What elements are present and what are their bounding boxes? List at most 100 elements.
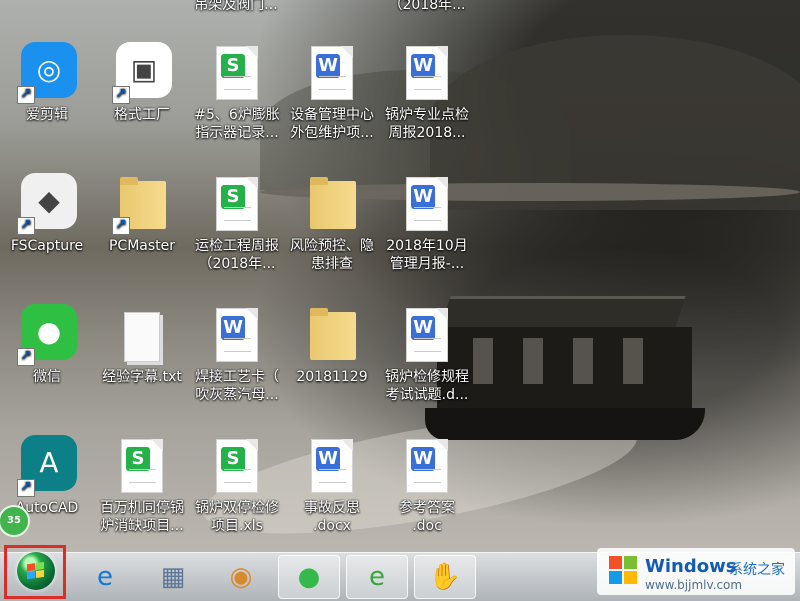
desktop-icon-label: FSCapture <box>10 238 84 254</box>
desktop-icon-15[interactable]: W 锅炉检修规程 考试试题.d... <box>379 304 475 424</box>
desktop-icon-8[interactable]: S 运检工程周报 （2018年... <box>189 173 285 293</box>
desktop-icon-7[interactable]: ↗ PCMaster <box>94 173 190 293</box>
folder-shape <box>310 177 356 229</box>
document-lines <box>224 338 251 352</box>
word-file-icon: W <box>207 304 267 366</box>
windows-flag-icon <box>27 561 45 581</box>
desktop-icon-label: 2018年10月 <box>386 238 468 254</box>
desktop-icon-9[interactable]: 风险预控、隐 患排查 <box>284 173 380 293</box>
desktop-icon-label: .doc <box>412 518 442 534</box>
desktop-icon-label: 百万机同停锅 <box>100 500 184 516</box>
desktop-icon-label: 考试试题.d... <box>385 387 469 403</box>
desktop-icon-17[interactable]: S 百万机同停锅 炉消缺项目... <box>94 435 190 555</box>
desktop-icon-label: 参考答案 <box>399 500 455 516</box>
partial-label-text: 吊架及阀门... <box>194 0 278 13</box>
document-page: S <box>121 439 163 493</box>
desktop-icon-label: 项目.xls <box>211 518 263 534</box>
document-lines <box>414 338 441 352</box>
desktop-icon-label: 锅炉双停检修 <box>195 500 279 516</box>
watermark-url: www.bjjmlv.com <box>645 578 743 592</box>
word-badge: W <box>221 316 245 340</box>
desktop-icon-18[interactable]: S 锅炉双停检修 项目.xls <box>189 435 285 555</box>
desktop-icon-1[interactable]: ◎ ↗ 爱剪辑 <box>0 42 95 162</box>
text-page <box>124 312 160 362</box>
watermark-chinese: 系统之家 <box>729 562 785 578</box>
internet-explorer-icon: e <box>97 562 113 592</box>
start-button[interactable] <box>4 545 66 599</box>
desktop-icon-label: 运检工程周报 <box>195 238 279 254</box>
desktop-icon-16[interactable]: A ↗ AutoCAD <box>0 435 95 555</box>
boat-window <box>473 338 493 384</box>
spreadsheet-file-icon: S <box>207 173 267 235</box>
desktop-icon-12[interactable]: 经验字幕.txt <box>94 304 190 424</box>
document-page: S <box>216 439 258 493</box>
desktop-icon-6[interactable]: ◆ ↗ FSCapture <box>0 173 95 293</box>
desktop-icon-2[interactable]: ▣ ↗ 格式工厂 <box>94 42 190 162</box>
wechat-taskbar-taskbar-button[interactable]: ● <box>278 555 340 599</box>
desktop-icon-label: 设备管理中心 <box>290 107 374 123</box>
desktop-icon-11[interactable]: ● ↗ 微信 <box>0 304 95 424</box>
text-file-icon <box>112 304 172 366</box>
document-lines <box>224 469 251 483</box>
calculator-icon: ▦ <box>160 562 186 592</box>
wechat-taskbar-icon: ● <box>297 562 321 592</box>
document-lines <box>414 207 441 221</box>
document-page: W <box>311 439 353 493</box>
desktop-icon-label: 爱剪辑 <box>26 107 68 123</box>
desktop-icon-4[interactable]: W 设备管理中心 外包维护项... <box>284 42 380 162</box>
document-lines <box>129 469 156 483</box>
format-factory-icon: ▣ ↗ <box>112 42 172 104</box>
desktop-icon-label: 管理月报-... <box>389 256 465 272</box>
desktop-icon-label: 焊接工艺卡（ <box>195 369 279 385</box>
calculator-taskbar-button[interactable]: ▦ <box>142 555 204 599</box>
word-file-icon: W <box>397 304 457 366</box>
partial-desktop-label: 吊架及阀门... <box>188 0 284 20</box>
desktop-icon-3[interactable]: S #5、6炉膨胀 指示器记录... <box>189 42 285 162</box>
desktop-icon-label: PCMaster <box>108 238 176 254</box>
word-file-icon: W <box>397 173 457 235</box>
desktop-icon-label: .docx <box>313 518 351 534</box>
document-lines <box>414 76 441 90</box>
video-editor-icon: ◎ ↗ <box>17 42 77 104</box>
watermark-brand: Windows <box>645 556 737 577</box>
desktop-icon-label: 微信 <box>33 369 61 385</box>
internet-explorer-taskbar-button[interactable]: e <box>74 555 136 599</box>
spreadsheet-file-icon: S <box>112 435 172 497</box>
sheet-badge: S <box>221 54 245 78</box>
paint-palette-taskbar-button[interactable]: ◉ <box>210 555 272 599</box>
shortcut-arrow-icon: ↗ <box>112 217 130 235</box>
folder-shape <box>310 308 356 360</box>
word-badge: W <box>411 316 435 340</box>
boat-window <box>623 338 643 384</box>
pcmaster-folder-icon: ↗ <box>112 173 172 235</box>
system-home-watermark: Windows 系统之家 www.bjjmlv.com <box>597 548 795 595</box>
desktop-icon-label: （2018年... <box>198 256 276 272</box>
desktop-icon-5[interactable]: W 锅炉专业点检 周报2018... <box>379 42 475 162</box>
desktop-icon-label: 事故反思 <box>304 500 360 516</box>
desktop-icon-label: 周报2018... <box>388 125 466 141</box>
shortcut-arrow-icon: ↗ <box>17 348 35 366</box>
document-page: W <box>406 177 448 231</box>
document-page: S <box>216 177 258 231</box>
desktop-icon-19[interactable]: W 事故反思 .docx <box>284 435 380 555</box>
desktop-icon-20[interactable]: W 参考答案 .doc <box>379 435 475 555</box>
desktop-icon-10[interactable]: W 2018年10月 管理月报-... <box>379 173 475 293</box>
desktop-icon-label: 经验字幕.txt <box>102 369 182 385</box>
desktop-icon-label: 患排查 <box>311 256 353 272</box>
hand-app-icon: ✋ <box>428 562 462 592</box>
spreadsheet-file-icon: S <box>207 42 267 104</box>
desktop-icon-13[interactable]: W 焊接工艺卡（ 吹灰蒸汽母... <box>189 304 285 424</box>
document-lines <box>319 469 346 483</box>
desktop-icon-label: 锅炉检修规程 <box>385 369 469 385</box>
document-lines <box>414 469 441 483</box>
desktop-icon-label: 风险预控、隐 <box>290 238 374 254</box>
word-file-icon: W <box>302 42 362 104</box>
folder-icon <box>302 304 362 366</box>
desktop-icon-label: 吹灰蒸汽母... <box>195 387 279 403</box>
desktop-icon-14[interactable]: 20181129 <box>284 304 380 424</box>
desktop-icon-label: 锅炉专业点检 <box>385 107 469 123</box>
autocad-icon: A ↗ <box>17 435 77 497</box>
browser-green-taskbar-button[interactable]: e <box>346 555 408 599</box>
hand-app-taskbar-button[interactable]: ✋ <box>414 555 476 599</box>
boat-window <box>573 338 593 384</box>
